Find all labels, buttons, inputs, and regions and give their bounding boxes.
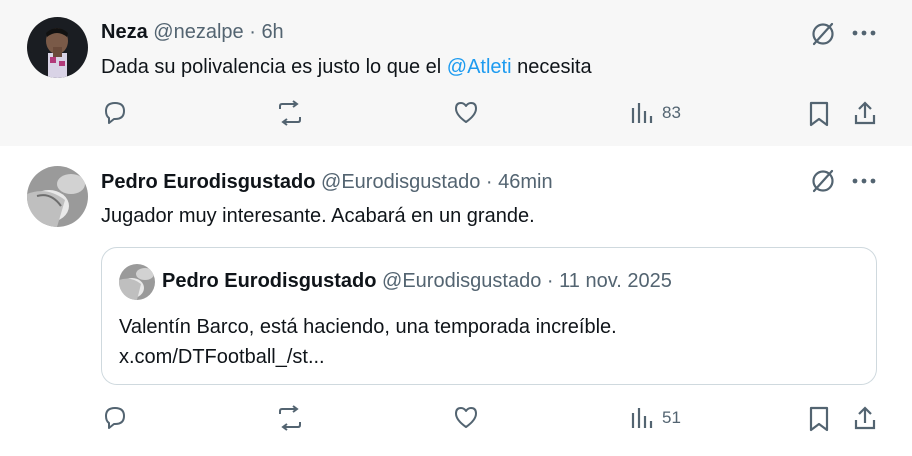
bookmark-button[interactable] bbox=[808, 406, 830, 432]
repost-icon bbox=[276, 405, 304, 431]
tweet-text: Jugador muy interesante. Acabará en un g… bbox=[101, 205, 535, 227]
quoted-link[interactable]: x.com/DTFootball_/st... bbox=[119, 342, 617, 372]
quoted-avatar bbox=[119, 264, 155, 300]
timestamp[interactable]: 46min bbox=[498, 171, 552, 193]
views-button[interactable]: 51 bbox=[630, 407, 681, 429]
author-name[interactable]: Neza bbox=[101, 21, 148, 43]
quoted-text-line: Valentín Barco, está haciendo, una tempo… bbox=[119, 316, 617, 338]
tweet[interactable]: Pedro Eurodisgustado @Eurodisgustado · 4… bbox=[0, 150, 912, 456]
grok-icon[interactable] bbox=[809, 167, 837, 200]
share-button[interactable] bbox=[853, 101, 877, 125]
repost-icon bbox=[276, 100, 304, 126]
like-button[interactable] bbox=[453, 100, 479, 124]
more-icon[interactable] bbox=[851, 26, 877, 45]
reply-icon bbox=[102, 404, 128, 430]
separator: · bbox=[546, 270, 554, 292]
repost-button[interactable] bbox=[276, 405, 304, 431]
author-handle[interactable]: @Eurodisgustado bbox=[321, 171, 480, 193]
timestamp[interactable]: 6h bbox=[261, 21, 283, 43]
views-button[interactable]: 83 bbox=[630, 102, 681, 124]
reply-button[interactable] bbox=[102, 99, 128, 125]
bookmark-button[interactable] bbox=[808, 101, 830, 127]
bookmark-icon bbox=[808, 406, 830, 432]
tweet-header: Pedro Eurodisgustado @Eurodisgustado · 4… bbox=[101, 171, 553, 194]
quoted-author-name: Pedro Eurodisgustado bbox=[162, 270, 377, 292]
share-icon bbox=[853, 101, 877, 125]
avatar[interactable] bbox=[27, 17, 88, 78]
more-icon[interactable] bbox=[851, 174, 877, 193]
reply-button[interactable] bbox=[102, 404, 128, 430]
author-handle[interactable]: @nezalpe bbox=[153, 21, 243, 43]
share-icon bbox=[853, 406, 877, 430]
tweet-header: Neza @nezalpe · 6h bbox=[101, 21, 284, 44]
quoted-text: Valentín Barco, está haciendo, una tempo… bbox=[119, 312, 617, 372]
avatar[interactable] bbox=[27, 166, 88, 227]
views-icon bbox=[630, 407, 654, 429]
views-count: 83 bbox=[662, 103, 681, 122]
views-icon bbox=[630, 102, 654, 124]
quoted-date: 11 nov. 2025 bbox=[559, 270, 672, 292]
tweet-text-part: Dada su polivalencia es justo lo que el bbox=[101, 56, 447, 78]
repost-button[interactable] bbox=[276, 100, 304, 126]
like-button[interactable] bbox=[453, 405, 479, 429]
quoted-author-handle: @Eurodisgustado bbox=[382, 270, 542, 292]
separator: · bbox=[249, 21, 256, 43]
reply-icon bbox=[102, 99, 128, 125]
separator: · bbox=[485, 171, 493, 193]
grok-icon[interactable] bbox=[809, 20, 837, 53]
bookmark-icon bbox=[808, 101, 830, 127]
like-icon bbox=[453, 100, 479, 124]
tweet-text: Dada su polivalencia es justo lo que el … bbox=[101, 56, 592, 79]
tweet-text-part: necesita bbox=[511, 56, 592, 78]
quoted-header: Pedro Eurodisgustado @Eurodisgustado · 1… bbox=[162, 270, 672, 293]
like-icon bbox=[453, 405, 479, 429]
mention-link[interactable]: @Atleti bbox=[447, 56, 512, 78]
tweet[interactable]: Neza @nezalpe · 6h Dada su polivalencia … bbox=[0, 0, 912, 146]
quoted-tweet[interactable]: Pedro Eurodisgustado @Eurodisgustado · 1… bbox=[101, 247, 877, 385]
views-count: 51 bbox=[662, 408, 681, 427]
share-button[interactable] bbox=[853, 406, 877, 430]
author-name[interactable]: Pedro Eurodisgustado bbox=[101, 171, 315, 193]
